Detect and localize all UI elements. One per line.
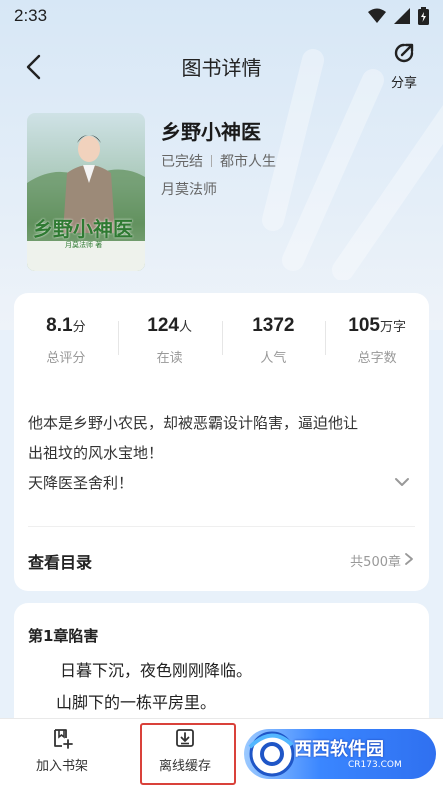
book-cover[interactable]: 乡野小神医 月莫法师 著 [27,113,145,271]
toc-label: 查看目录 [28,553,93,572]
bottom-action-bar: 加入书架 离线缓存 西西软件园 CR173.COM [0,718,443,788]
chevron-down-icon [395,478,409,486]
battery-icon [418,7,429,25]
share-icon [394,43,414,63]
highlight-box [140,723,236,785]
chapter-title: 第1章陷害 [28,627,99,645]
page-title: 图书详情 [181,56,262,80]
book-meta: 已完结 都市人生 [161,151,276,171]
book-status: 已完结 [161,154,203,170]
toc-chapter-count: 共500章 [350,555,401,570]
divider [28,526,415,527]
watermark-text: 西西软件园 [294,739,384,760]
cover-subtitle: 月莫法师 著 [65,241,103,249]
stat-readers-unit: 人 [178,320,192,335]
share-label: 分享 [390,76,417,91]
stats-row: 8.1分 总评分 124人 在读 1372 人气 105万字 总字数 [14,315,429,375]
stat-readers-label: 在读 [156,351,183,366]
add-to-shelf-label: 加入书架 [35,759,88,774]
book-title: 乡野小神医 [161,120,261,144]
book-category[interactable]: 都市人生 [220,151,276,171]
stat-word-count-unit: 万字 [379,320,406,335]
cover-title: 乡野小神医 [33,217,133,241]
stat-word-count: 105万字 总字数 [325,315,429,375]
book-description[interactable]: 他本是乡野小农民，却被恶霸设计陷害，逼迫他让 出祖坟的风水宝地！ 天降医圣舍利！ [28,408,398,498]
share-button[interactable]: 分享 [381,40,427,92]
stat-word-count-value: 105 [348,315,380,336]
wifi-icon [368,8,386,23]
chapter-text-line: 日暮下沉，夜色刚刚降临。 [60,661,253,680]
description-line: 出祖坟的风水宝地！ [28,444,164,462]
stat-rating-label: 总评分 [46,351,86,366]
status-icons [368,7,429,25]
signal-icon [394,8,410,24]
chapter-text-line: 山脚下的一栋平房里。 [56,693,217,712]
book-stats-card: 8.1分 总评分 124人 在读 1372 人气 105万字 总字数 他本是乡野… [14,293,429,591]
chevron-right-icon [405,553,413,565]
expand-description-button[interactable] [393,473,411,491]
stat-popularity-value: 1372 [252,315,295,336]
description-line: 他本是乡野小农民，却被恶霸设计陷害，逼迫他让 [28,414,359,432]
meta-divider [211,155,212,167]
stat-rating-unit: 分 [72,320,86,335]
bookshelf-add-icon [54,729,73,749]
stat-popularity: 1372 人气 [221,315,326,375]
stat-rating: 8.1分 总评分 [14,315,118,375]
book-author[interactable]: 月莫法师 [161,179,217,199]
header: 图书详情 分享 [0,38,443,94]
watermark-emblem [248,731,294,777]
stat-readers: 124人 在读 [117,315,222,375]
stat-popularity-label: 人气 [260,351,287,366]
watermark-logo: 西西软件园 CR173.COM [248,727,438,781]
stat-rating-value: 8.1 [46,315,73,336]
status-bar: 2:33 [0,0,443,32]
status-time: 2:33 [14,6,48,25]
description-line: 天降医圣舍利！ [28,474,134,492]
stat-readers-value: 124 [147,315,179,336]
watermark-subtext: CR173.COM [348,760,402,770]
stat-word-count-label: 总字数 [357,351,397,366]
add-to-shelf-button[interactable]: 加入书架 [14,727,110,774]
